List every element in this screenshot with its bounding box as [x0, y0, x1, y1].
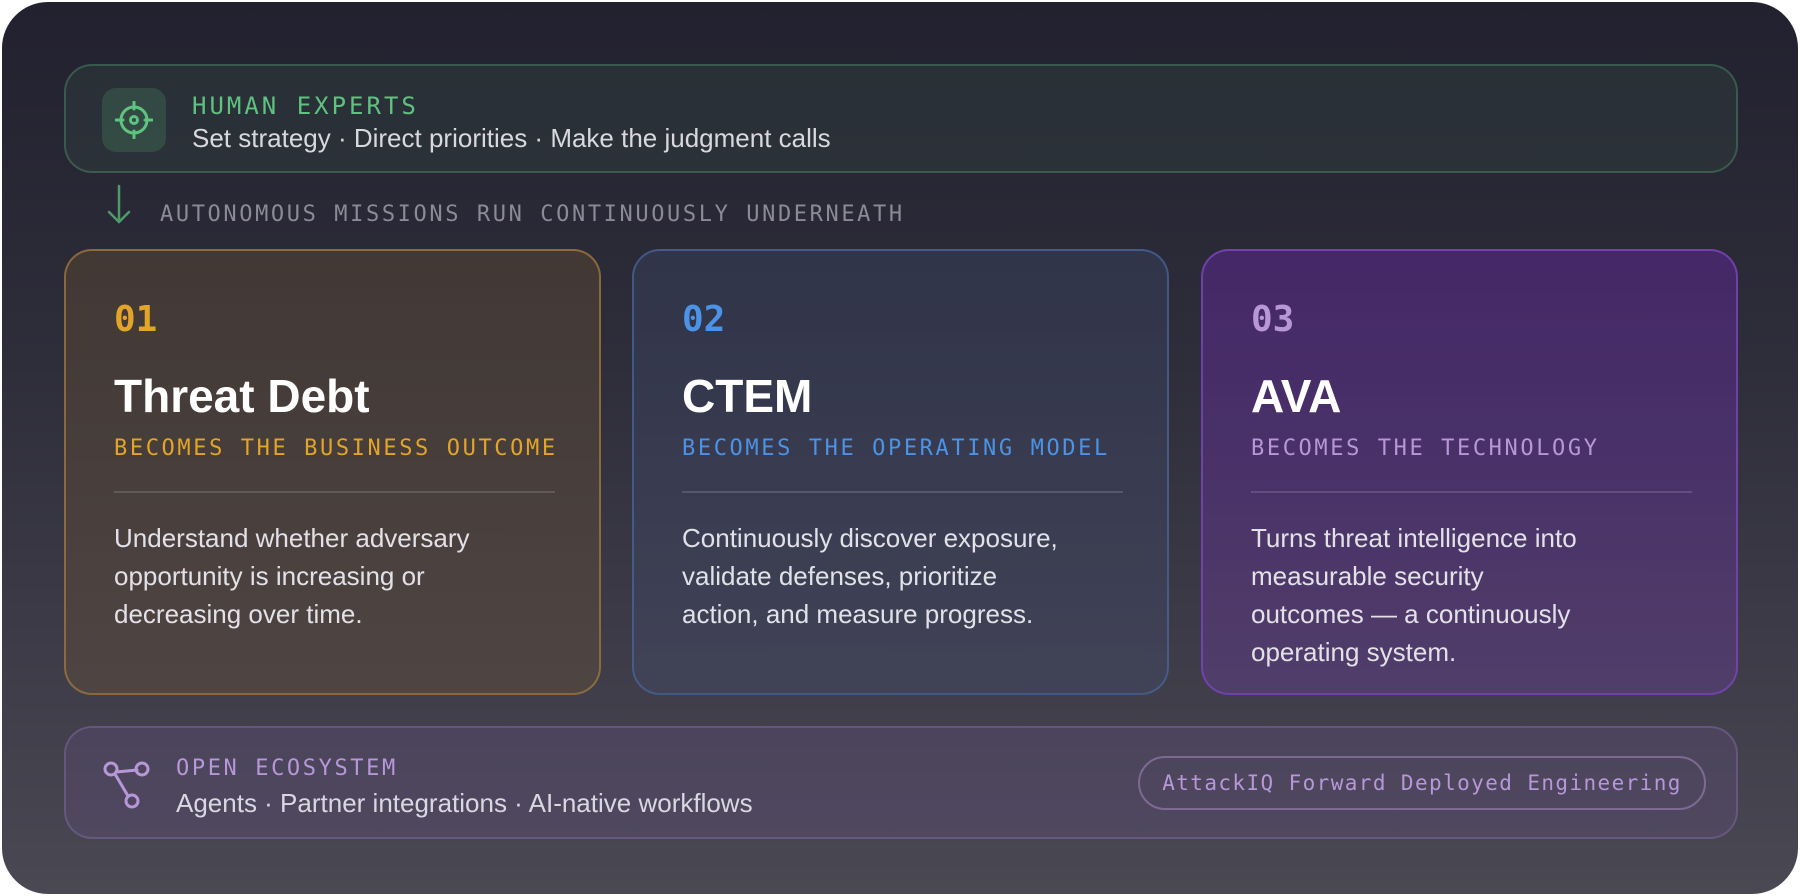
- card-title: CTEM: [682, 370, 813, 422]
- flow-arrow: [106, 184, 132, 231]
- card-number: 01: [114, 299, 158, 340]
- card-title: Threat Debt: [114, 370, 370, 422]
- diagram-frame: HUMAN EXPERTS Set strategy · Direct prio…: [2, 2, 1798, 894]
- human-experts-bar: HUMAN EXPERTS Set strategy · Direct prio…: [64, 64, 1738, 173]
- card-ava: 03 AVA BECOMES THE TECHNOLOGY Turns thre…: [1201, 249, 1738, 695]
- ecosystem-label: OPEN ECOSYSTEM: [176, 756, 398, 781]
- card-role: BECOMES THE BUSINESS OUTCOME: [114, 436, 558, 461]
- card-ctem: 02 CTEM BECOMES THE OPERATING MODEL Cont…: [632, 249, 1169, 695]
- flow-label: AUTONOMOUS MISSIONS RUN CONTINUOUSLY UND…: [160, 202, 905, 227]
- experts-icon-box: [102, 88, 166, 152]
- card-title: AVA: [1251, 370, 1342, 422]
- arrow-down-icon: [107, 184, 131, 224]
- ecosystem-subtitle: Agents · Partner integrations · AI-nativ…: [176, 788, 753, 818]
- share-nodes-icon: [103, 761, 150, 809]
- card-threat-debt: 01 Threat Debt BECOMES THE BUSINESS OUTC…: [64, 249, 601, 695]
- card-number: 03: [1251, 299, 1295, 340]
- card-divider: [1251, 491, 1692, 493]
- open-ecosystem-bar: OPEN ECOSYSTEM Agents · Partner integrat…: [64, 726, 1738, 839]
- card-divider: [682, 491, 1123, 493]
- crosshair-icon: [115, 101, 153, 139]
- card-description: Understand whether adversary opportunity…: [114, 523, 470, 629]
- card-divider: [114, 491, 555, 493]
- experts-label: HUMAN EXPERTS: [192, 92, 419, 120]
- experts-subtitle: Set strategy · Direct priorities · Make …: [192, 123, 831, 153]
- attackiq-badge: AttackIQ Forward Deployed Engineering: [1138, 756, 1706, 810]
- card-number: 02: [682, 299, 726, 340]
- card-role: BECOMES THE OPERATING MODEL: [682, 436, 1110, 461]
- card-description: Continuously discover exposure, validate…: [682, 523, 1058, 629]
- card-role: BECOMES THE TECHNOLOGY: [1251, 436, 1600, 461]
- card-description: Turns threat intelligence into measurabl…: [1251, 523, 1577, 667]
